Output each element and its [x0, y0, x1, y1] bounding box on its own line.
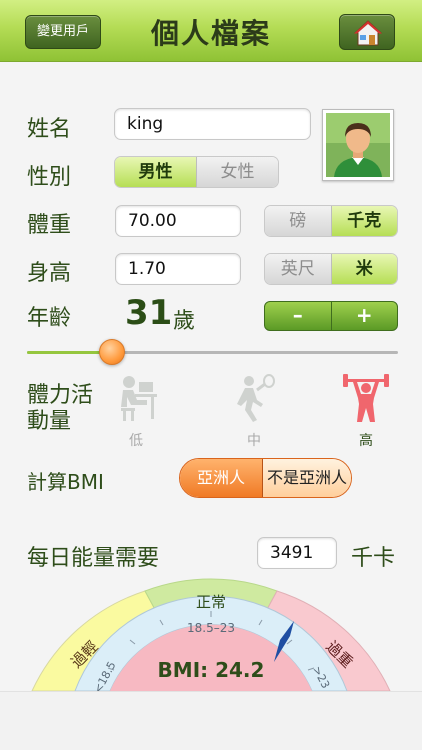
desk-worker-icon [121, 376, 157, 421]
activity-label-line1: 體力活 [27, 383, 94, 408]
name-label: 姓名 [27, 117, 72, 142]
bmi-gauge: 正常 過輕 過重 18.5–23 <18.5 >23 BMI: 24.2 [31, 578, 391, 695]
energy-unit: 千卡 [351, 546, 396, 571]
home-icon [354, 20, 382, 46]
bmi-label: 計算BMI [27, 470, 104, 494]
home-button[interactable] [339, 14, 395, 50]
bottom-bar [0, 691, 422, 750]
height-unit-meter[interactable]: 米 [330, 254, 397, 284]
bmi-ethnicity-selector: 亞洲人 不是亞洲人 [179, 458, 352, 498]
gender-female-option[interactable]: 女性 [196, 157, 278, 187]
weight-unit-pound[interactable]: 磅 [265, 206, 331, 236]
weight-unit-selector: 磅 千克 [264, 205, 398, 237]
age-decrement-button[interactable]: – [265, 302, 331, 330]
tennis-player-icon [237, 374, 275, 422]
weight-unit-kg[interactable]: 千克 [330, 206, 397, 236]
activity-medium-option[interactable]: 中 [231, 374, 277, 450]
gauge-zone-normal-text: 正常 [196, 593, 226, 611]
header-bar: 變更用戶 個人檔案 [0, 0, 422, 62]
activity-label: 體力活 動量 [27, 383, 93, 435]
energy-label: 每日能量需要 [27, 546, 160, 571]
age-value: 31 [125, 293, 173, 333]
height-unit-selector: 英尺 米 [264, 253, 398, 285]
age-unit: 歲 [173, 309, 196, 334]
activity-high-caption: 高 [359, 433, 373, 449]
gender-label: 性別 [27, 165, 72, 190]
avatar[interactable] [322, 109, 394, 181]
activity-high-option[interactable]: 高 [343, 374, 389, 450]
activity-low-option[interactable]: 低 [113, 374, 159, 450]
height-label: 身高 [27, 261, 72, 286]
activity-low-caption: 低 [129, 433, 143, 449]
weight-input[interactable]: 70.00 [115, 205, 241, 237]
height-unit-feet[interactable]: 英尺 [265, 254, 331, 284]
name-input[interactable]: king [114, 108, 311, 140]
age-stepper: – + [264, 301, 398, 331]
male-avatar-icon [326, 113, 390, 177]
gender-male-option[interactable]: 男性 [115, 157, 196, 187]
weightlifter-icon [343, 374, 389, 422]
weight-label: 體重 [27, 213, 72, 238]
age-label: 年齡 [27, 306, 72, 331]
bmi-readout: BMI: 24.2 [158, 658, 265, 682]
bmi-asian-option[interactable]: 亞洲人 [180, 459, 262, 497]
age-increment-button[interactable]: + [330, 302, 398, 330]
age-slider-thumb[interactable] [99, 339, 126, 365]
gender-selector: 男性 女性 [114, 156, 279, 188]
activity-medium-caption: 中 [247, 433, 261, 449]
bmi-non-asian-option[interactable]: 不是亞洲人 [262, 459, 351, 497]
energy-value: 3491 [257, 537, 337, 569]
height-input[interactable]: 1.70 [115, 253, 241, 285]
activity-label-line2: 動量 [27, 409, 72, 434]
gauge-scale-normal-text: 18.5–23 [187, 621, 235, 635]
